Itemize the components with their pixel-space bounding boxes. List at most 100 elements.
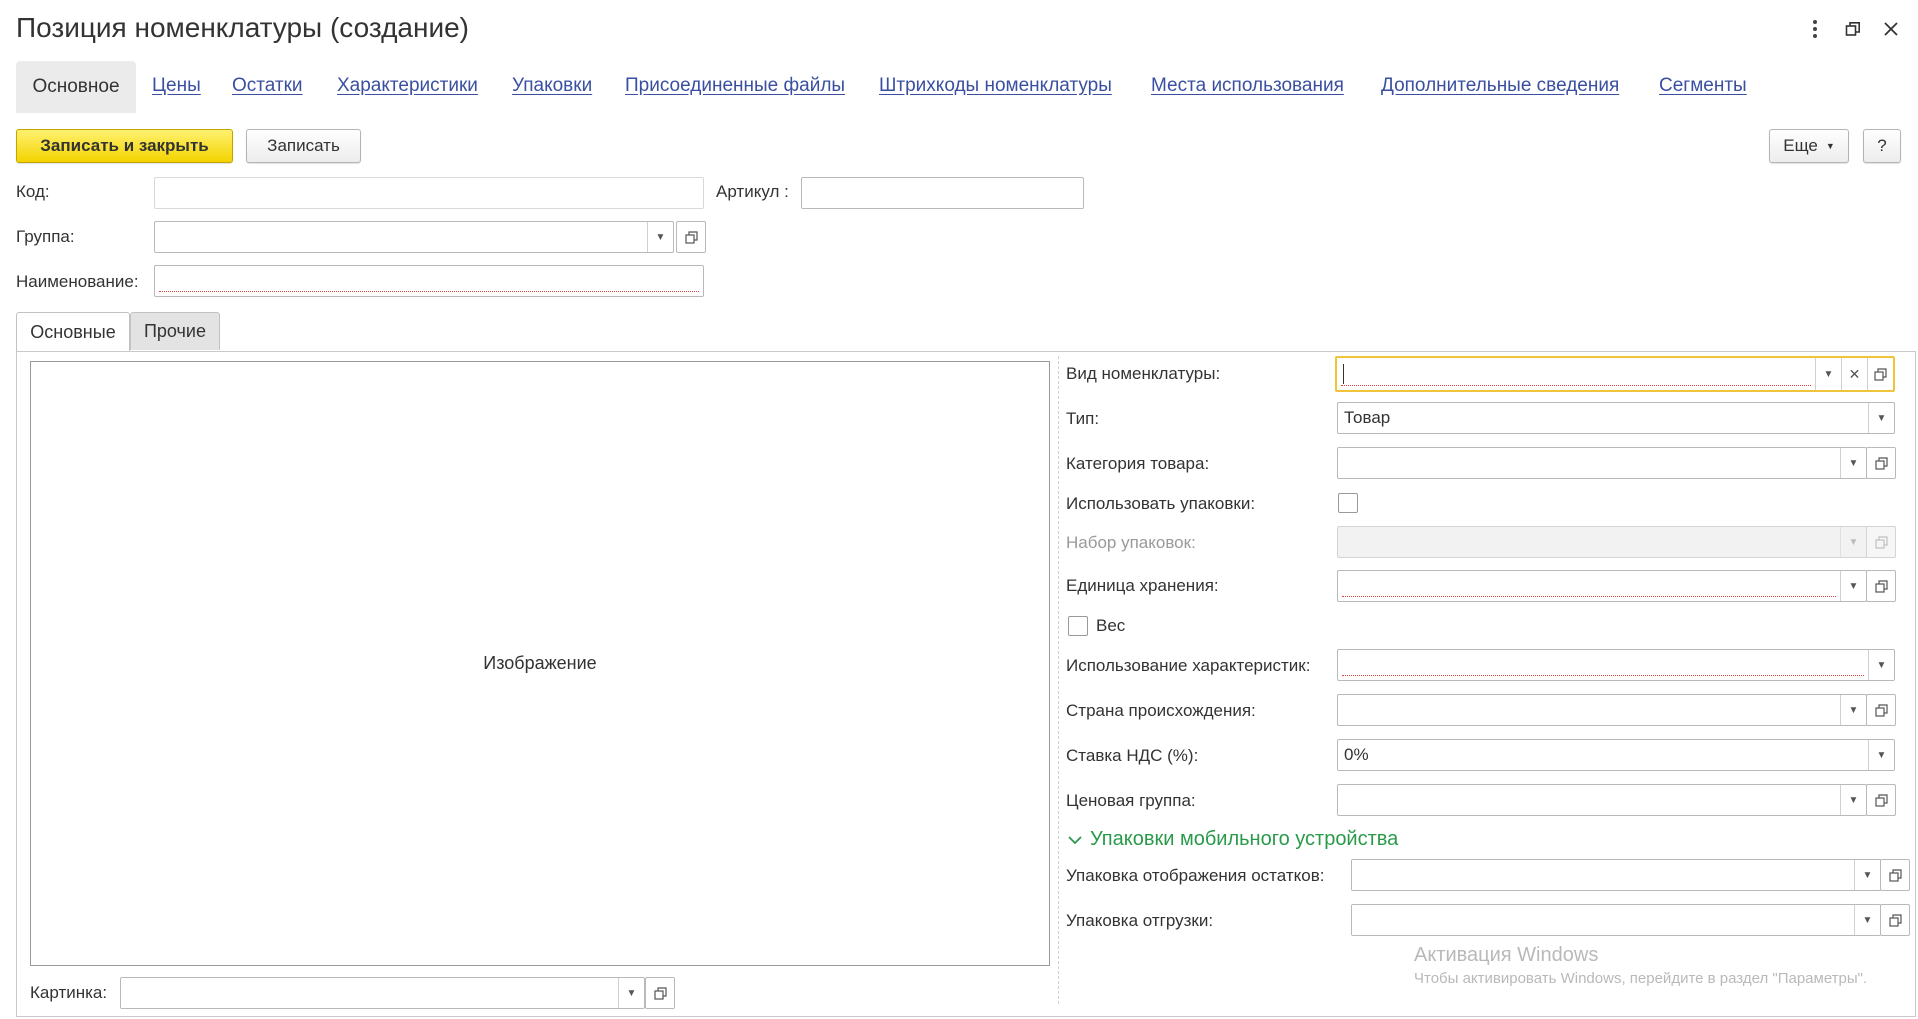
dropdown-arrow-icon[interactable]: ▼ <box>618 978 644 1008</box>
nav-link-additional-info[interactable]: Дополнительные сведения <box>1381 75 1619 97</box>
tab-main[interactable]: Основные <box>16 312 130 351</box>
open-icon[interactable] <box>1866 570 1896 602</box>
category-value <box>1338 448 1840 478</box>
vat-label: Ставка НДС (%): <box>1066 746 1199 765</box>
name-field[interactable] <box>154 265 704 297</box>
dropdown-arrow-icon[interactable]: ▼ <box>1854 860 1880 890</box>
dropdown-arrow-icon[interactable]: ▼ <box>1854 905 1880 935</box>
nav-link-attached-files[interactable]: Присоединенные файлы <box>625 75 845 97</box>
chevron-down-icon: ▼ <box>1825 141 1835 151</box>
nav-link-packages[interactable]: Упаковки <box>512 75 592 97</box>
open-icon[interactable] <box>1866 694 1896 726</box>
dropdown-arrow-icon[interactable]: ▼ <box>1815 358 1841 390</box>
country-value <box>1338 695 1840 725</box>
code-field[interactable] <box>154 177 704 209</box>
open-icon[interactable] <box>676 221 706 253</box>
open-icon[interactable] <box>1866 447 1896 479</box>
picture-field[interactable]: ▼ <box>120 977 645 1009</box>
mobile-packages-group-toggle[interactable]: Упаковки мобильного устройства <box>1068 828 1398 851</box>
nav-link-stock[interactable]: Остатки <box>232 75 303 97</box>
clear-icon[interactable]: ✕ <box>1841 358 1867 390</box>
tab-other[interactable]: Прочие <box>130 312 220 350</box>
kind-field[interactable]: ▼ ✕ <box>1335 356 1895 392</box>
open-icon[interactable] <box>1880 859 1910 891</box>
dropdown-arrow-icon[interactable]: ▼ <box>1840 695 1866 725</box>
article-label: Артикул : <box>716 182 789 201</box>
article-value <box>802 178 1083 208</box>
stock-pack-field[interactable]: ▼ <box>1351 859 1881 891</box>
category-label: Категория товара: <box>1066 454 1210 473</box>
package-set-value <box>1338 527 1840 557</box>
more-button-label: Еще <box>1783 136 1818 155</box>
nav-link-characteristics[interactable]: Характеристики <box>337 75 478 97</box>
characteristics-label: Использование характеристик: <box>1066 656 1311 675</box>
open-icon[interactable] <box>1880 904 1910 936</box>
dropdown-arrow-icon[interactable]: ▼ <box>647 222 673 252</box>
code-value <box>155 178 703 208</box>
name-label: Наименование: <box>16 272 139 291</box>
dropdown-arrow-icon[interactable]: ▼ <box>1840 571 1866 601</box>
unit-field[interactable]: ▼ <box>1337 570 1867 602</box>
close-icon[interactable] <box>1874 12 1908 46</box>
image-placeholder[interactable]: Изображение <box>30 361 1050 966</box>
more-button[interactable]: Еще ▼ <box>1769 129 1849 163</box>
group-label: Группа: <box>16 227 75 246</box>
open-icon[interactable] <box>1867 358 1893 390</box>
dropdown-arrow-icon[interactable]: ▼ <box>1868 740 1894 770</box>
use-packages-label: Использовать упаковки: <box>1066 494 1256 513</box>
nav-link-segments[interactable]: Сегменты <box>1659 75 1747 97</box>
stock-pack-value <box>1352 860 1854 890</box>
nav-link-prices[interactable]: Цены <box>152 75 201 97</box>
dropdown-arrow-icon[interactable]: ▼ <box>1868 650 1894 680</box>
article-field[interactable] <box>801 177 1084 209</box>
characteristics-field[interactable]: ▼ <box>1337 649 1895 681</box>
ship-pack-value <box>1352 905 1854 935</box>
kind-label: Вид номенклатуры: <box>1066 364 1221 383</box>
picture-value <box>121 978 618 1008</box>
vat-field[interactable]: 0% ▼ <box>1337 739 1895 771</box>
group-field[interactable]: ▼ <box>154 221 674 253</box>
type-value: Товар <box>1344 408 1391 427</box>
group-value <box>155 222 647 252</box>
use-packages-checkbox[interactable] <box>1338 493 1358 513</box>
stock-pack-label: Упаковка отображения остатков: <box>1066 866 1325 885</box>
type-label: Тип: <box>1066 409 1100 428</box>
weight-checkbox[interactable] <box>1068 616 1088 636</box>
unit-label: Единица хранения: <box>1066 576 1219 595</box>
save-and-close-button[interactable]: Записать и закрыть <box>16 129 233 163</box>
open-icon[interactable] <box>645 977 675 1009</box>
vat-value: 0% <box>1344 745 1369 764</box>
ship-pack-label: Упаковка отгрузки: <box>1066 911 1214 930</box>
activation-watermark-subtitle: Чтобы активировать Windows, перейдите в … <box>1414 970 1868 987</box>
help-button[interactable]: ? <box>1863 129 1901 163</box>
nav-tab-main[interactable]: Основное <box>16 61 136 113</box>
dropdown-arrow-icon: ▼ <box>1840 527 1866 557</box>
chevron-down-icon <box>1068 835 1082 844</box>
open-icon[interactable] <box>1866 784 1896 816</box>
open-icon <box>1866 526 1896 558</box>
window-title: Позиция номенклатуры (создание) <box>16 12 469 43</box>
nav-link-barcodes[interactable]: Штрихкоды номенклатуры <box>879 75 1112 97</box>
image-placeholder-label: Изображение <box>483 653 597 673</box>
category-field[interactable]: ▼ <box>1337 447 1867 479</box>
price-group-field[interactable]: ▼ <box>1337 784 1867 816</box>
activation-watermark-title: Активация Windows <box>1414 944 1599 966</box>
package-set-label: Набор упаковок: <box>1066 533 1196 552</box>
kind-value <box>1337 358 1815 390</box>
dropdown-arrow-icon[interactable]: ▼ <box>1840 785 1866 815</box>
ship-pack-field[interactable]: ▼ <box>1351 904 1881 936</box>
nav-link-usage-places[interactable]: Места использования <box>1151 75 1344 97</box>
save-button[interactable]: Записать <box>246 129 361 163</box>
price-group-value <box>1338 785 1840 815</box>
restore-window-icon[interactable] <box>1836 12 1870 46</box>
name-value <box>155 266 703 296</box>
more-vertical-icon[interactable] <box>1798 12 1832 46</box>
dropdown-arrow-icon[interactable]: ▼ <box>1868 403 1894 433</box>
type-field[interactable]: Товар ▼ <box>1337 402 1895 434</box>
country-field[interactable]: ▼ <box>1337 694 1867 726</box>
mobile-packages-group-title: Упаковки мобильного устройства <box>1090 828 1399 850</box>
country-label: Страна происхождения: <box>1066 701 1256 720</box>
price-group-label: Ценовая группа: <box>1066 791 1196 810</box>
dropdown-arrow-icon[interactable]: ▼ <box>1840 448 1866 478</box>
package-set-field: ▼ <box>1337 526 1867 558</box>
